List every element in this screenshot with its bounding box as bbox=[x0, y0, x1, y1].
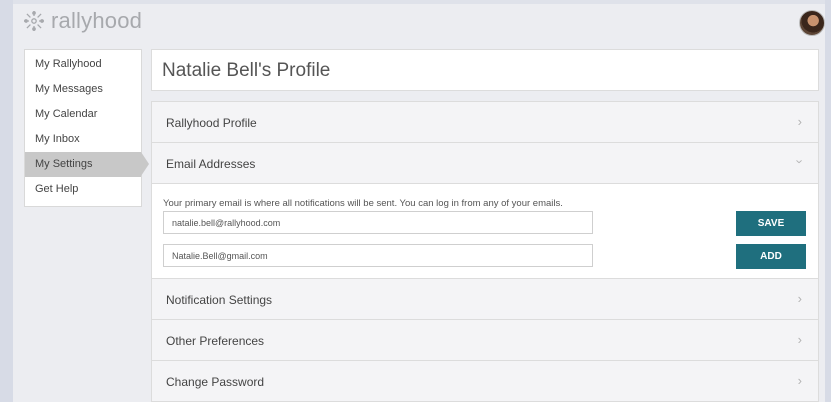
add-email-button[interactable]: ADD bbox=[736, 244, 806, 269]
rallyhood-logo-icon bbox=[24, 11, 44, 31]
sidebar-item-my-messages[interactable]: My Messages bbox=[25, 77, 141, 102]
email-addresses-panel: Your primary email is where all notifica… bbox=[152, 184, 818, 279]
user-avatar[interactable] bbox=[799, 10, 825, 36]
chevron-right-icon: › bbox=[797, 114, 802, 129]
primary-email-field[interactable] bbox=[163, 211, 593, 234]
section-label: Rallyhood Profile bbox=[166, 116, 257, 130]
section-notification-settings[interactable]: Notification Settings › bbox=[152, 279, 818, 320]
chevron-right-icon: › bbox=[797, 373, 802, 388]
sidebar-item-my-calendar[interactable]: My Calendar bbox=[25, 102, 141, 127]
window-right-border bbox=[825, 0, 831, 402]
chevron-down-icon: › bbox=[792, 159, 808, 164]
window-left-border bbox=[0, 0, 13, 402]
section-label: Other Preferences bbox=[166, 334, 265, 348]
section-label: Notification Settings bbox=[166, 293, 273, 307]
secondary-email-field[interactable] bbox=[163, 244, 593, 267]
settings-accordion: Rallyhood Profile › Email Addresses › Yo… bbox=[151, 101, 819, 402]
section-label: Email Addresses bbox=[166, 157, 256, 171]
section-rallyhood-profile[interactable]: Rallyhood Profile › bbox=[152, 102, 818, 143]
profile-title-card: Natalie Bell's Profile bbox=[151, 49, 819, 91]
sidebar-item-my-rallyhood[interactable]: My Rallyhood bbox=[25, 52, 141, 77]
section-email-addresses[interactable]: Email Addresses › bbox=[152, 143, 818, 184]
section-change-password[interactable]: Change Password › bbox=[152, 361, 818, 402]
chevron-right-icon: › bbox=[797, 332, 802, 347]
sidebar: My Rallyhood My Messages My Calendar My … bbox=[24, 49, 149, 207]
sidebar-item-my-settings[interactable]: My Settings bbox=[25, 152, 149, 177]
email-description: Your primary email is where all notifica… bbox=[163, 198, 563, 209]
header: rallyhood bbox=[13, 4, 825, 40]
section-other-preferences[interactable]: Other Preferences › bbox=[152, 320, 818, 361]
section-label: Change Password bbox=[166, 375, 265, 389]
save-button[interactable]: SAVE bbox=[736, 211, 806, 236]
page-title: Natalie Bell's Profile bbox=[162, 60, 331, 81]
chevron-right-icon: › bbox=[797, 291, 802, 306]
sidebar-item-get-help[interactable]: Get Help bbox=[25, 177, 141, 202]
logo-text: rallyhood bbox=[51, 8, 143, 33]
sidebar-item-my-inbox[interactable]: My Inbox bbox=[25, 127, 141, 152]
logo[interactable]: rallyhood bbox=[23, 8, 142, 34]
